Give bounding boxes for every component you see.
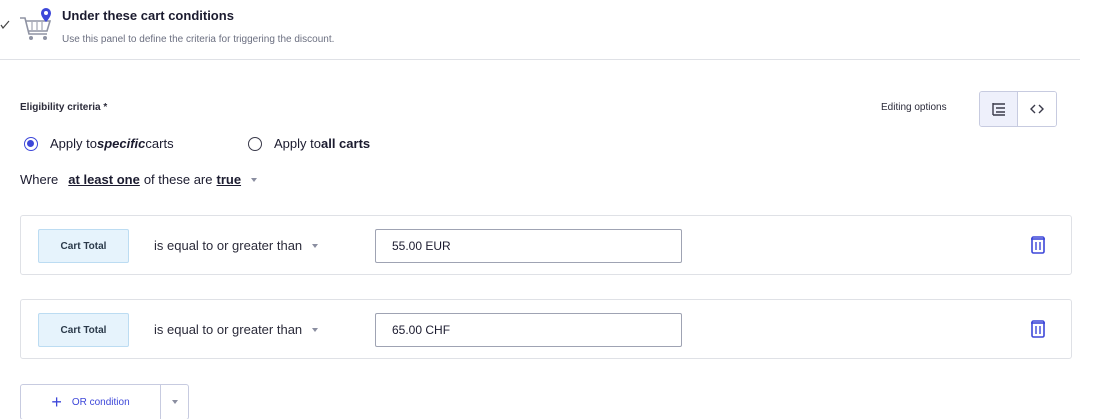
- chevron-down-icon: [171, 400, 178, 404]
- chevron-down-icon[interactable]: [251, 177, 258, 182]
- or-condition-dropdown[interactable]: [161, 385, 188, 419]
- radio-button-unchecked[interactable]: [248, 136, 262, 151]
- radio-label-prefix: Apply to: [274, 136, 321, 151]
- truth-select[interactable]: true: [216, 172, 241, 187]
- tree-view-icon: [991, 102, 1007, 116]
- add-or-condition-button[interactable]: + OR condition: [21, 385, 161, 419]
- tree-view-button[interactable]: [980, 92, 1019, 126]
- collapse-check-icon[interactable]: [0, 20, 10, 30]
- radio-button-checked[interactable]: [24, 136, 38, 151]
- code-view-button[interactable]: [1018, 92, 1056, 126]
- radio-all-carts[interactable]: Apply to all carts: [248, 136, 370, 151]
- cart-conditions-panel: Under these cart conditions Use this pan…: [0, 0, 1100, 419]
- condition-field-tag[interactable]: Cart Total: [38, 229, 129, 263]
- condition-row: Cart Total is equal to or greater than: [20, 299, 1072, 359]
- where-clause: Where at least one of these are true: [20, 172, 258, 187]
- editing-options-toggle: [979, 91, 1057, 127]
- panel-title: Under these cart conditions: [62, 8, 234, 23]
- code-view-icon: [1030, 103, 1044, 115]
- trash-icon[interactable]: [1029, 319, 1047, 339]
- where-middle: of these are: [143, 172, 213, 187]
- chevron-down-icon: [312, 243, 319, 248]
- cart-icon: [16, 4, 56, 44]
- quantifier-select[interactable]: at least one: [68, 172, 140, 187]
- editing-options-label: Editing options: [881, 102, 947, 113]
- radio-label-emphasis: all carts: [320, 136, 371, 151]
- condition-operator-select[interactable]: is equal to or greater than: [154, 322, 319, 337]
- condition-operator-select[interactable]: is equal to or greater than: [154, 238, 319, 253]
- trash-icon[interactable]: [1029, 235, 1047, 255]
- condition-value-input[interactable]: [375, 313, 682, 347]
- condition-row: Cart Total is equal to or greater than: [20, 215, 1072, 275]
- panel-header[interactable]: Under these cart conditions Use this pan…: [0, 0, 1080, 60]
- operator-label: is equal to or greater than: [154, 238, 303, 253]
- condition-value-input[interactable]: [375, 229, 682, 263]
- radio-specific-carts[interactable]: Apply to specific carts: [24, 136, 174, 151]
- plus-icon: +: [51, 392, 62, 412]
- condition-field-tag[interactable]: Cart Total: [38, 313, 129, 347]
- chevron-down-icon: [312, 327, 319, 332]
- operator-label: is equal to or greater than: [154, 322, 303, 337]
- or-condition-label: OR condition: [71, 396, 130, 408]
- eligibility-label: Eligibility criteria *: [20, 102, 108, 113]
- where-prefix: Where: [20, 172, 59, 187]
- radio-label-suffix: carts: [145, 136, 174, 151]
- or-condition-split-button: + OR condition: [20, 384, 189, 419]
- radio-label-emphasis: specific: [96, 136, 146, 151]
- panel-description: Use this panel to define the criteria fo…: [62, 34, 335, 45]
- radio-label-prefix: Apply to: [50, 136, 97, 151]
